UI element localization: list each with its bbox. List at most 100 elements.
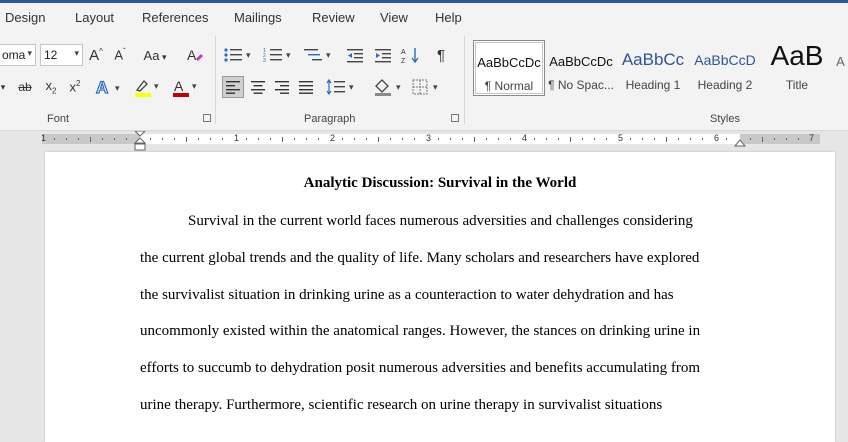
paragraph-group-label: Paragraph <box>304 113 356 125</box>
tab-layout[interactable]: Layout <box>75 10 114 25</box>
ruler-number: 5 <box>618 133 624 143</box>
tab-mailings[interactable]: Mailings <box>234 10 282 25</box>
borders-button[interactable]: ▾ <box>410 76 444 98</box>
style-no-spacing[interactable]: AaBbCcDc ¶ No Spac... <box>545 40 617 96</box>
document-page[interactable]: Analytic Discussion: Survival in the Wor… <box>45 152 835 442</box>
superscript-button[interactable]: x2 <box>64 76 86 98</box>
style-title[interactable]: AaB Title <box>761 40 833 96</box>
style-subtitle[interactable]: A <box>833 40 848 96</box>
ruler-tick <box>438 138 439 140</box>
font-color-icon: A ▾ <box>173 78 197 97</box>
align-left-button[interactable] <box>222 76 244 98</box>
horizontal-ruler[interactable]: 1 1 2 3 4 5 6 7 <box>0 131 848 151</box>
ruler-tick <box>798 138 799 140</box>
increase-indent-button[interactable] <box>372 44 394 66</box>
align-center-button[interactable] <box>247 76 269 98</box>
style-name: Heading 2 <box>697 78 753 92</box>
borders-icon: ▾ <box>412 79 438 95</box>
clear-formatting-icon: A <box>187 47 203 63</box>
chevron-down-icon[interactable]: ▾ <box>0 76 8 98</box>
style-heading-1[interactable]: AaBbCc Heading 1 <box>617 40 689 96</box>
grow-font-icon: A^ <box>89 46 103 64</box>
tab-review[interactable]: Review <box>312 10 355 25</box>
svg-text:▾: ▾ <box>192 81 197 91</box>
subscript-button[interactable]: x2 <box>40 76 62 98</box>
ruler-tick <box>210 138 211 140</box>
style-sample: A <box>836 54 845 69</box>
ruler-number: 1 <box>41 133 47 143</box>
tab-view[interactable]: View <box>380 10 408 25</box>
ruler-tick <box>114 138 115 140</box>
shrink-font-button[interactable]: Aˇ <box>110 44 130 66</box>
tab-help[interactable]: Help <box>435 10 462 25</box>
text-effects-button[interactable]: A ▾ <box>93 76 127 98</box>
line-spacing-button[interactable]: ▾ <box>325 76 359 98</box>
ruler-tick <box>174 138 175 140</box>
ruler-tick <box>258 138 259 140</box>
align-center-icon <box>251 81 265 94</box>
styles-group-label: Styles <box>710 113 740 125</box>
style-name: Title <box>785 78 809 92</box>
ruler-tick <box>762 137 763 142</box>
ruler-tick <box>462 138 463 140</box>
ruler-tick <box>678 138 679 140</box>
svg-text:A: A <box>401 49 406 56</box>
tab-design[interactable]: Design <box>5 10 45 25</box>
svg-text:A: A <box>187 47 197 63</box>
paragraph-line: uncommonly existed within the anatomical… <box>140 323 701 339</box>
svg-text:▾: ▾ <box>154 81 159 91</box>
ruler-tick <box>642 138 643 140</box>
svg-text:3: 3 <box>263 58 266 63</box>
style-heading-2[interactable]: AaBbCcD Heading 2 <box>689 40 761 96</box>
sort-button[interactable]: AZ <box>400 44 422 66</box>
bullets-icon: ▾ <box>224 48 251 62</box>
sort-icon: AZ <box>401 48 419 64</box>
justify-button[interactable] <box>295 76 317 98</box>
align-right-button[interactable] <box>271 76 293 98</box>
show-formatting-marks-button[interactable]: ¶ <box>430 44 452 66</box>
style-sample: AaBbCc <box>621 50 685 69</box>
ruler-tick <box>162 138 163 140</box>
strikethrough-button[interactable]: ab <box>14 76 36 98</box>
highlight-color-button[interactable]: ▾ <box>132 76 164 98</box>
svg-text:▾: ▾ <box>286 50 291 60</box>
change-case-button[interactable]: Aa ▾ <box>140 44 170 66</box>
clear-formatting-button[interactable]: A <box>184 44 206 66</box>
document-title: Analytic Discussion: Survival in the Wor… <box>303 175 577 191</box>
shading-button[interactable]: ▾ <box>372 76 406 98</box>
font-dialog-launcher-icon[interactable] <box>203 114 211 122</box>
bullets-button[interactable]: ▾ <box>222 44 256 66</box>
indent-marker-icon[interactable] <box>134 131 146 152</box>
ruler-tick <box>558 138 559 140</box>
decrease-indent-button[interactable] <box>344 44 366 66</box>
font-name-combo[interactable]: oma ▾ <box>0 44 36 66</box>
ruler-tick <box>342 138 343 140</box>
style-normal[interactable]: AaBbCcDc ¶ Normal <box>473 40 545 96</box>
svg-text:A: A <box>174 78 184 94</box>
svg-text:A: A <box>96 78 108 96</box>
tab-references[interactable]: References <box>142 10 208 25</box>
grow-font-button[interactable]: A^ <box>86 44 106 66</box>
font-color-button[interactable]: A ▾ <box>170 76 202 98</box>
paragraph-line: urine therapy. Furthermore, scientific r… <box>140 397 663 413</box>
right-indent-marker-icon[interactable] <box>734 137 746 147</box>
ruler-tick <box>222 138 223 140</box>
ruler-text-area <box>140 134 740 144</box>
ruler-tick <box>270 138 271 140</box>
ruler-tick <box>786 138 787 140</box>
ruler-tick <box>282 137 283 142</box>
subscript-icon: x2 <box>45 78 57 96</box>
ruler-tick <box>702 138 703 140</box>
ruler-tick <box>570 137 571 142</box>
paragraph-dialog-launcher-icon[interactable] <box>451 114 459 122</box>
ruler-tick <box>690 138 691 140</box>
multilevel-list-button[interactable]: ▾ <box>302 44 336 66</box>
text-effects-icon: A ▾ <box>95 78 120 96</box>
group-separator <box>215 36 216 124</box>
font-size-combo[interactable]: 12 ▾ <box>40 44 83 66</box>
svg-text:Z: Z <box>401 58 406 64</box>
ruler-tick <box>102 138 103 140</box>
ruler-tick <box>414 138 415 140</box>
numbering-button[interactable]: 1 2 3 ▾ <box>262 44 296 66</box>
numbering-icon: 123▾ <box>263 48 291 63</box>
